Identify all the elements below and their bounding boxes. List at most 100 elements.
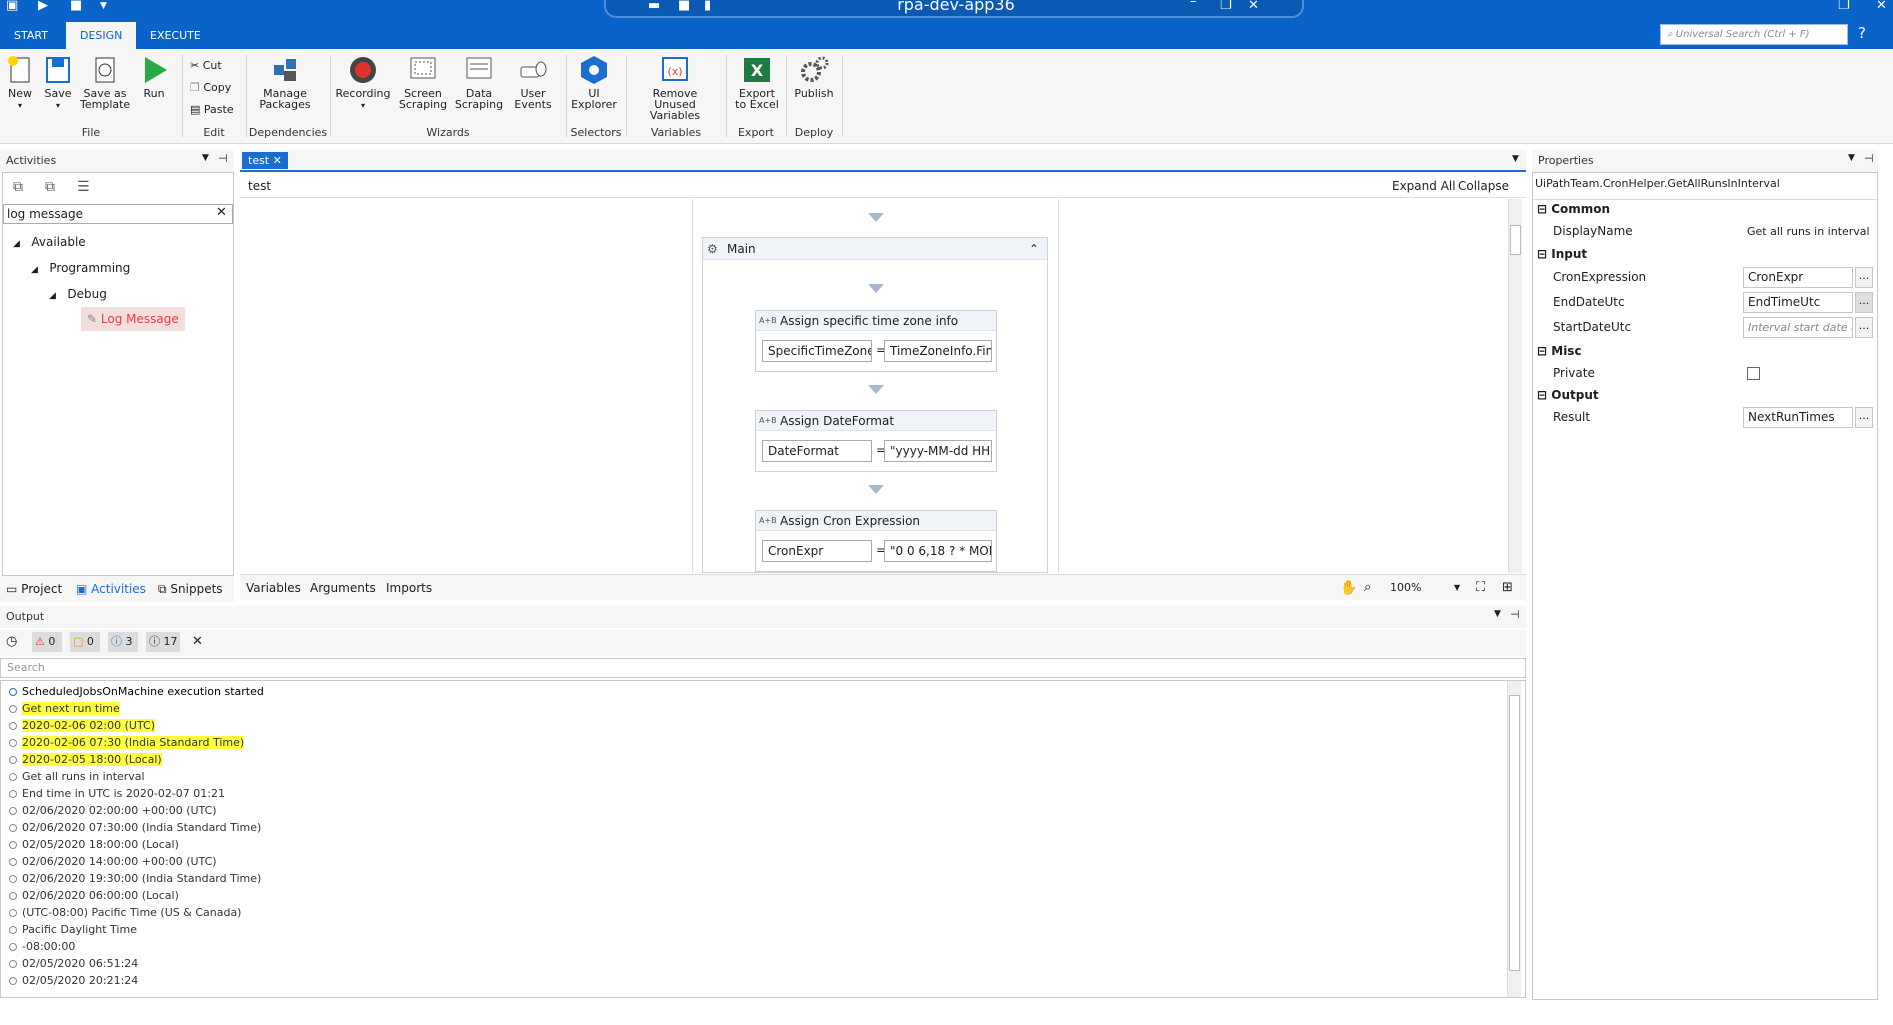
assign-to-field[interactable]: CronExpr [762, 540, 872, 562]
designer-tab-test[interactable]: test ✕ [242, 152, 288, 169]
save-button[interactable]: Save ▾ [42, 55, 74, 111]
cron-ellipsis-button[interactable]: ... [1855, 267, 1873, 288]
pin-icon[interactable]: ⊣ [1510, 608, 1520, 621]
assign-activity-2[interactable]: A+B Assign DateFormat DateFormat = "yyyy-… [755, 410, 997, 472]
category-input[interactable]: ⊟ Input [1537, 244, 1587, 264]
zoom-select[interactable]: 100% ▼ [1390, 578, 1468, 598]
log-line: 2020-02-06 02:00 (UTC) [1, 717, 1525, 734]
tab-design[interactable]: DESIGN [66, 22, 137, 49]
result-ellipsis-button[interactable]: ... [1855, 407, 1873, 428]
tab-imports[interactable]: Imports [386, 575, 432, 601]
assign-value-field[interactable]: "0 0 6,18 ? * MON- [884, 540, 992, 562]
collapse-sequence-icon[interactable]: ⌃ [1029, 238, 1039, 260]
errors-filter[interactable]: ⚠ 0 [32, 632, 62, 652]
panel-dropdown-icon[interactable]: ▼ [1848, 153, 1855, 163]
tab-list-dropdown-icon[interactable]: ▼ [1512, 154, 1519, 164]
prop-value-startdateutc[interactable]: Interval start date a [1743, 317, 1853, 338]
panel-dropdown-icon[interactable]: ▼ [1494, 609, 1501, 619]
tab-project[interactable]: ▭ Project [6, 576, 62, 602]
manage-packages-button[interactable]: Manage Packages [256, 55, 314, 110]
export-to-excel-button[interactable]: X Export to Excel [732, 55, 782, 110]
prop-value-displayname[interactable]: Get all runs in interval [1747, 219, 1870, 244]
list-view-icon[interactable]: ☰ [77, 179, 90, 195]
remove-unused-variables-button[interactable]: (x) Remove Unused Variables [632, 55, 718, 121]
assign-activity-3[interactable]: A+B Assign Cron Expression CronExpr = "0 … [755, 510, 997, 572]
tree-programming[interactable]: ◢ Programming [31, 261, 130, 275]
assign-value-field[interactable]: TimeZoneInfo.Finc [884, 340, 992, 362]
timestamps-icon[interactable]: ◷ [6, 634, 17, 649]
new-button[interactable]: New ▾ [4, 55, 36, 111]
expand-all-link[interactable]: Expand All [1392, 174, 1456, 198]
activities-search-input[interactable]: log message ✕ [3, 204, 233, 224]
warnings-filter[interactable]: □ 0 [70, 632, 100, 652]
recording-label: Recording [335, 87, 391, 100]
expand-all-icon[interactable]: ⧉ [45, 179, 55, 195]
publish-button[interactable]: Publish [792, 55, 836, 99]
save-quick-icon[interactable]: ■ [70, 0, 82, 13]
universal-search-input[interactable]: ⌕ Universal Search (Ctrl + F) [1660, 24, 1848, 45]
paste-button[interactable]: ▤ Paste [190, 103, 234, 116]
designer-scrollbar[interactable] [1508, 199, 1522, 573]
overview-icon[interactable]: ⊞ [1502, 575, 1513, 601]
end-ellipsis-button[interactable]: ... [1855, 292, 1873, 313]
start-ellipsis-button[interactable]: ... [1855, 317, 1873, 338]
zoom-search-icon[interactable]: ⌕ [1364, 575, 1371, 601]
assign-to-field[interactable]: SpecificTimeZone [762, 340, 872, 362]
tab-variables[interactable]: Variables [246, 575, 301, 601]
close-window-icon[interactable]: ✕ [1248, 0, 1259, 13]
pin-icon[interactable]: ⊣ [1864, 152, 1874, 165]
output-search-input[interactable]: Search [0, 658, 1526, 678]
data-scraping-button[interactable]: Data Scraping [454, 55, 504, 110]
restore-icon[interactable]: ❐ [1838, 0, 1850, 13]
prop-value-enddateutc[interactable]: EndTimeUtc [1743, 292, 1853, 313]
help-icon[interactable]: ? [1858, 24, 1866, 42]
tree-debug[interactable]: ◢ Debug [49, 287, 107, 301]
assign-activity-1[interactable]: A+B Assign specific time zone info Specif… [755, 310, 997, 372]
quick-access-dropdown-icon[interactable]: ▼ [100, 1, 107, 11]
pin-icon[interactable]: ⊣ [218, 152, 228, 165]
prop-value-result[interactable]: NextRunTimes [1743, 407, 1853, 428]
clear-output-icon[interactable]: ✕ [192, 634, 203, 649]
activity-log-message[interactable]: ✎ Log Message [81, 307, 185, 331]
close-icon[interactable]: ✕ [1876, 0, 1887, 13]
scrollbar-thumb[interactable] [1509, 695, 1520, 971]
screen-scraping-button[interactable]: Screen Scraping [398, 55, 448, 110]
log-line: 02/06/2020 19:30:00 (India Standard Time… [1, 870, 1525, 887]
tab-snippets[interactable]: ⧉ Snippets [158, 576, 223, 602]
breadcrumb[interactable]: test [248, 174, 271, 198]
run-quick-icon[interactable]: ▶ [38, 0, 48, 13]
cut-button[interactable]: ✂ Cut [190, 59, 222, 72]
category-output[interactable]: ⊟ Output [1537, 385, 1599, 405]
private-checkbox[interactable] [1747, 367, 1760, 380]
prop-value-cronexpression[interactable]: CronExpr [1743, 267, 1853, 288]
collapse-all-icon[interactable]: ⧉ [13, 179, 23, 195]
assign-value-field[interactable]: "yyyy-MM-dd HH: [884, 440, 992, 462]
tab-activities[interactable]: ▣ Activities [76, 576, 146, 602]
category-common[interactable]: ⊟ Common [1537, 199, 1610, 219]
user-events-button[interactable]: User Events [508, 55, 558, 110]
assign-to-field[interactable]: DateFormat [762, 440, 872, 462]
trace-filter[interactable]: ⓘ 17 [146, 632, 180, 652]
tab-execute[interactable]: EXECUTE [136, 22, 215, 49]
output-scrollbar[interactable] [1507, 681, 1521, 997]
info-filter[interactable]: ⓘ 3 [108, 632, 138, 652]
category-misc[interactable]: ⊟ Misc [1537, 341, 1582, 361]
scrollbar-thumb[interactable] [1510, 225, 1521, 255]
fit-screen-icon[interactable]: ⛶ [1476, 575, 1485, 601]
clear-search-icon[interactable]: ✕ [216, 205, 227, 220]
recording-button[interactable]: Recording ▾ [334, 55, 392, 111]
tab-arguments[interactable]: Arguments [310, 575, 376, 601]
panel-dropdown-icon[interactable]: ▼ [202, 153, 209, 163]
copy-button[interactable]: ❐ Copy [190, 81, 231, 94]
close-tab-icon[interactable]: ✕ [273, 154, 282, 167]
sequence-main[interactable]: ⚙ Main ⌃ A+B Assign specific time zone in… [702, 237, 1048, 573]
hand-tool-icon[interactable]: ✋ [1340, 575, 1357, 601]
tree-available[interactable]: ◢ Available [13, 235, 86, 249]
run-button[interactable]: Run [138, 55, 170, 99]
maximize-icon[interactable]: ❐ [1220, 0, 1232, 13]
save-label: Save [44, 87, 72, 100]
ui-explorer-button[interactable]: UI Explorer [570, 55, 618, 110]
save-as-template-button[interactable]: Save as Template [80, 55, 130, 110]
minimize-icon[interactable]: – [1190, 0, 1197, 9]
tab-start[interactable]: START [0, 22, 62, 49]
